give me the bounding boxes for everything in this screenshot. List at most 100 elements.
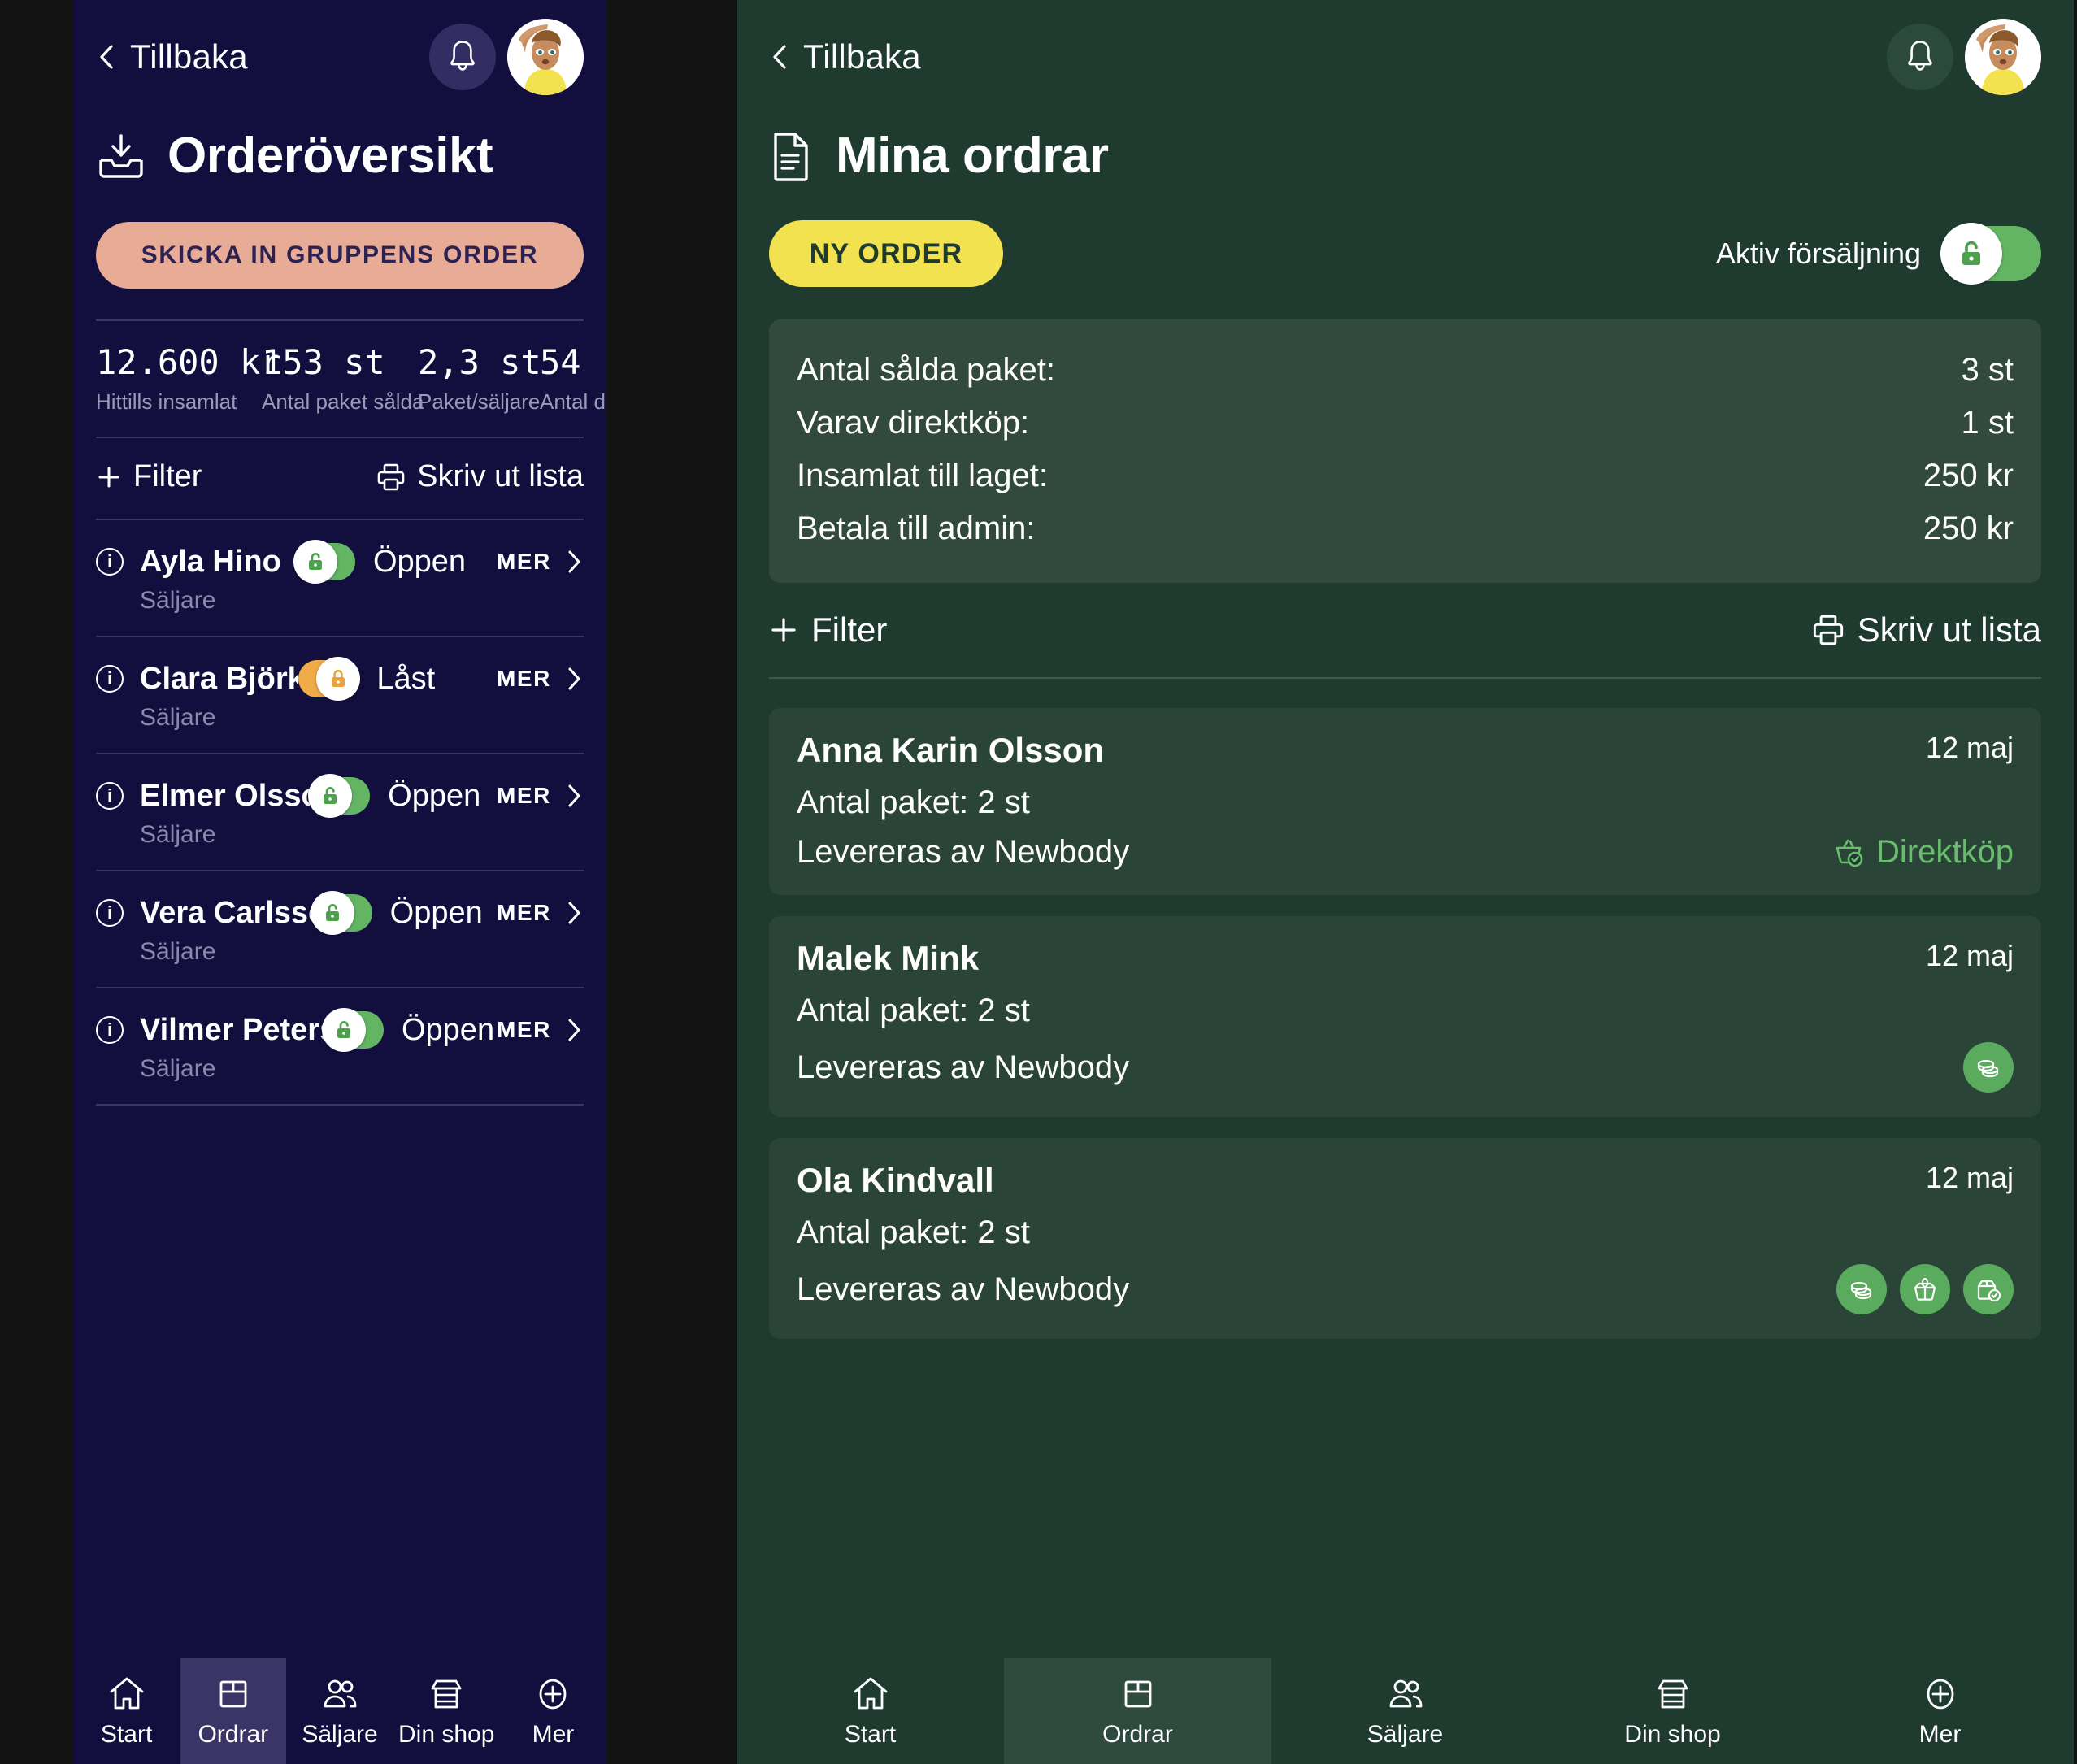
sidebar-item-saljare[interactable]: Säljare xyxy=(286,1658,393,1764)
sidebar-item-ordrar[interactable]: Ordrar xyxy=(180,1658,287,1764)
more-button[interactable]: MER xyxy=(497,900,584,926)
print-list-button[interactable]: Skriv ut lista xyxy=(376,459,584,494)
stat-label: Hittills insamlat xyxy=(96,389,237,414)
info-icon[interactable]: i xyxy=(96,1016,124,1044)
divider xyxy=(96,1104,584,1106)
table-row[interactable]: i Vilmer Petersson xyxy=(96,988,584,1104)
order-state-label: Öppen xyxy=(401,1012,495,1047)
list-item[interactable]: Malek Mink 12 maj Antal paket: 2 st Leve… xyxy=(769,916,2041,1117)
back-button[interactable]: Tillbaka xyxy=(769,37,921,76)
submit-group-order-button[interactable]: SKICKA IN GRUPPENS ORDER xyxy=(96,222,584,289)
sidebar-item-din-shop[interactable]: Din shop xyxy=(393,1658,500,1764)
page-title-label: Orderöversikt xyxy=(167,128,493,184)
info-icon[interactable]: i xyxy=(96,548,124,576)
summary-value: 3 st xyxy=(1961,352,2014,388)
back-label: Tillbaka xyxy=(130,37,248,76)
order-lock-toggle[interactable] xyxy=(310,891,372,935)
home-icon xyxy=(106,1674,147,1714)
unlock-icon xyxy=(1940,223,2002,285)
stat-value: 2,3 st xyxy=(418,342,541,382)
sidebar-item-ordrar[interactable]: Ordrar xyxy=(1004,1658,1271,1764)
sidebar-item-start[interactable]: Start xyxy=(737,1658,1004,1764)
table-row[interactable]: i Vera Carlsson xyxy=(96,871,584,987)
notifications-button[interactable] xyxy=(429,24,496,90)
chevron-right-icon xyxy=(566,900,584,926)
summary-value: 250 kr xyxy=(1923,511,2014,546)
active-sales-label: Aktiv försäljning xyxy=(1715,237,1921,270)
list-item[interactable]: Anna Karin Olsson 12 maj Antal paket: 2 … xyxy=(769,708,2041,895)
sidebar-item-mer[interactable]: Mer xyxy=(1806,1658,2074,1764)
seller-role: Säljare xyxy=(140,704,216,731)
filter-label: Filter xyxy=(133,459,202,493)
order-date: 12 maj xyxy=(1925,939,2014,972)
sidebar-item-label: Mer xyxy=(532,1721,575,1748)
order-lock-toggle[interactable] xyxy=(321,1008,384,1052)
more-label: MER xyxy=(496,900,551,925)
info-icon[interactable]: i xyxy=(96,665,124,693)
summary-value: 1 st xyxy=(1961,405,2014,441)
sidebar-item-label: Start xyxy=(844,1721,897,1748)
page-title: Orderöversikt xyxy=(96,127,584,185)
more-label: MER xyxy=(496,1017,551,1042)
more-button[interactable]: MER xyxy=(497,1017,584,1043)
right-topbar-actions xyxy=(1887,19,2041,95)
order-lock-toggle[interactable] xyxy=(293,540,355,584)
sidebar-item-label: Säljare xyxy=(1367,1721,1444,1748)
filter-button[interactable]: Filter xyxy=(96,459,202,494)
panel-gap xyxy=(606,0,737,1764)
screenshot-root: Tillbaka Orderöversikt SKICKA IN GRUPPEN… xyxy=(0,0,2077,1764)
order-status-badges xyxy=(1836,1264,2014,1314)
active-sales-toggle[interactable] xyxy=(1940,223,2041,285)
seller-role: Säljare xyxy=(140,587,216,614)
more-button[interactable]: MER xyxy=(497,549,584,575)
table-row[interactable]: i Elmer Olsson xyxy=(96,754,584,870)
notifications-button[interactable] xyxy=(1887,24,1953,90)
table-row[interactable]: i Clara Björk Låst MER Säljare xyxy=(96,637,584,753)
sidebar-item-mer[interactable]: Mer xyxy=(500,1658,606,1764)
user-avatar xyxy=(507,19,584,95)
order-lock-toggle[interactable] xyxy=(308,774,371,818)
more-label: MER xyxy=(496,549,551,574)
sidebar-item-label: Din shop xyxy=(1624,1721,1721,1748)
more-button[interactable]: MER xyxy=(497,666,584,692)
more-button[interactable]: MER xyxy=(497,783,584,809)
printer-icon xyxy=(376,463,406,492)
page-title-label: Mina ordrar xyxy=(836,128,1109,184)
info-icon[interactable]: i xyxy=(96,899,124,927)
info-icon[interactable]: i xyxy=(96,782,124,810)
summary-label: Antal sålda paket: xyxy=(797,352,1055,388)
order-state-label: Öppen xyxy=(372,544,467,579)
table-row[interactable]: i Ayla Hino Öppen MER Säljare xyxy=(96,520,584,636)
summary-value: 250 kr xyxy=(1923,458,2014,493)
summary-label: Betala till admin: xyxy=(797,511,1036,546)
active-sales-toggle-group[interactable]: Aktiv försäljning xyxy=(1715,223,2041,285)
chevron-right-icon xyxy=(566,783,584,809)
plus-circle-icon xyxy=(532,1674,573,1714)
chevron-right-icon xyxy=(566,666,584,692)
sidebar-item-start[interactable]: Start xyxy=(73,1658,180,1764)
new-order-button[interactable]: NY ORDER xyxy=(769,220,1003,287)
print-list-button[interactable]: Skriv ut lista xyxy=(1812,610,2041,650)
printer-icon xyxy=(1812,614,1845,646)
divider xyxy=(96,319,584,321)
chevron-right-icon xyxy=(566,549,584,575)
order-delivery: Levereras av Newbody xyxy=(797,1049,1130,1085)
sidebar-item-label: Start xyxy=(100,1721,153,1748)
user-avatar xyxy=(1965,19,2041,95)
avatar[interactable] xyxy=(507,19,584,95)
filter-button[interactable]: Filter xyxy=(769,610,887,650)
avatar[interactable] xyxy=(1965,19,2041,95)
filter-label: Filter xyxy=(811,610,888,649)
sidebar-item-din-shop[interactable]: Din shop xyxy=(1539,1658,1806,1764)
list-item[interactable]: Ola Kindvall 12 maj Antal paket: 2 st Le… xyxy=(769,1138,2041,1339)
box-check-icon xyxy=(1963,1264,2014,1314)
order-lock-toggle[interactable] xyxy=(298,657,361,701)
order-date: 12 maj xyxy=(1925,1161,2014,1194)
left-bottom-nav: Start Ordrar Säljare Din shop Mer xyxy=(73,1658,606,1764)
summary-row: Betala till admin: 250 kr xyxy=(797,502,2014,555)
back-button[interactable]: Tillbaka xyxy=(96,37,248,76)
sidebar-item-saljare[interactable]: Säljare xyxy=(1271,1658,1539,1764)
sidebar-item-label: Mer xyxy=(1918,1721,1962,1748)
left-topbar-actions xyxy=(429,19,584,95)
plus-icon xyxy=(96,464,122,490)
